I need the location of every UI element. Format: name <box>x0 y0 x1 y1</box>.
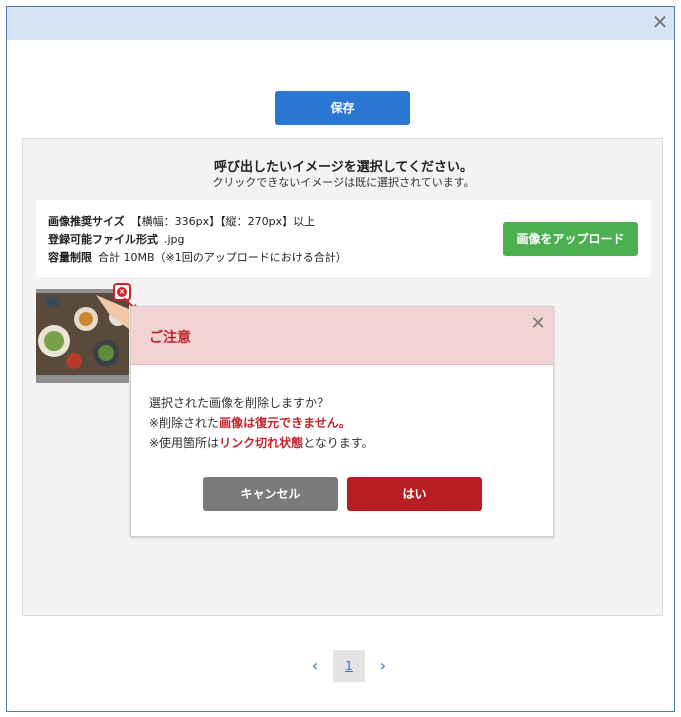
upload-image-button[interactable]: 画像をアップロード <box>503 222 638 256</box>
cancel-button[interactable]: キャンセル <box>203 477 338 511</box>
capacity-label: 容量制限 <box>48 251 92 264</box>
upload-info-box: 画像推奨サイズ 【横幅：336px】【縦：270px】以上 登録可能ファイル形式.… <box>36 200 651 277</box>
save-button[interactable]: 保存 <box>275 91 410 125</box>
dialog-message-line1: 選択された画像を削除しますか？ <box>149 396 330 410</box>
format-label: 登録可能ファイル形式 <box>48 233 158 246</box>
size-value: 【横幅：336px】【縦：270px】以上 <box>130 215 316 228</box>
capacity-info: 容量制限 合計 10MB（※1回のアップロードにおける合計） <box>48 249 347 265</box>
close-icon[interactable]: ✕ <box>529 315 547 333</box>
dialog-title: ご注意 <box>149 330 191 346</box>
dialog-message-line3: ※使用箇所はリンク切れ状態となります。 <box>149 434 374 451</box>
format-info: 登録可能ファイル形式 .jpg <box>48 231 185 247</box>
pagination-next-button[interactable]: › <box>373 656 393 676</box>
line3-prefix: ※使用箇所は <box>149 436 220 450</box>
confirm-yes-button[interactable]: はい <box>347 477 482 511</box>
line3-emphasis: リンク切れ状態 <box>219 436 304 450</box>
panel-title: 呼び出したいイメージを選択してください。 <box>214 160 473 175</box>
line2-emphasis: 画像は復元できません。 <box>219 416 351 430</box>
dialog-header: ご注意 ✕ <box>131 307 553 365</box>
pagination-page-1[interactable]: 1 <box>333 650 365 682</box>
size-label: 画像推奨サイズ <box>48 215 125 228</box>
panel-subtitle: クリックできないイメージは既に選択されています。 <box>212 176 475 189</box>
line3-suffix: となります。 <box>303 436 374 450</box>
capacity-value: 合計 10MB（※1回のアップロードにおける合計） <box>98 251 347 264</box>
pagination-prev-button[interactable]: ‹ <box>305 656 325 676</box>
modal-header: ✕ <box>7 7 674 40</box>
size-info: 画像推奨サイズ 【横幅：336px】【縦：270px】以上 <box>48 213 315 229</box>
image-thumbnail[interactable] <box>36 289 129 383</box>
line2-prefix: ※削除された <box>149 416 220 430</box>
delete-confirm-dialog: ご注意 ✕ 選択された画像を削除しますか？ ※削除された画像は復元できません。 … <box>130 306 554 537</box>
close-icon[interactable]: ✕ <box>650 12 670 32</box>
dialog-message-line2: ※削除された画像は復元できません。 <box>149 414 351 431</box>
format-value: .jpg <box>164 233 185 246</box>
